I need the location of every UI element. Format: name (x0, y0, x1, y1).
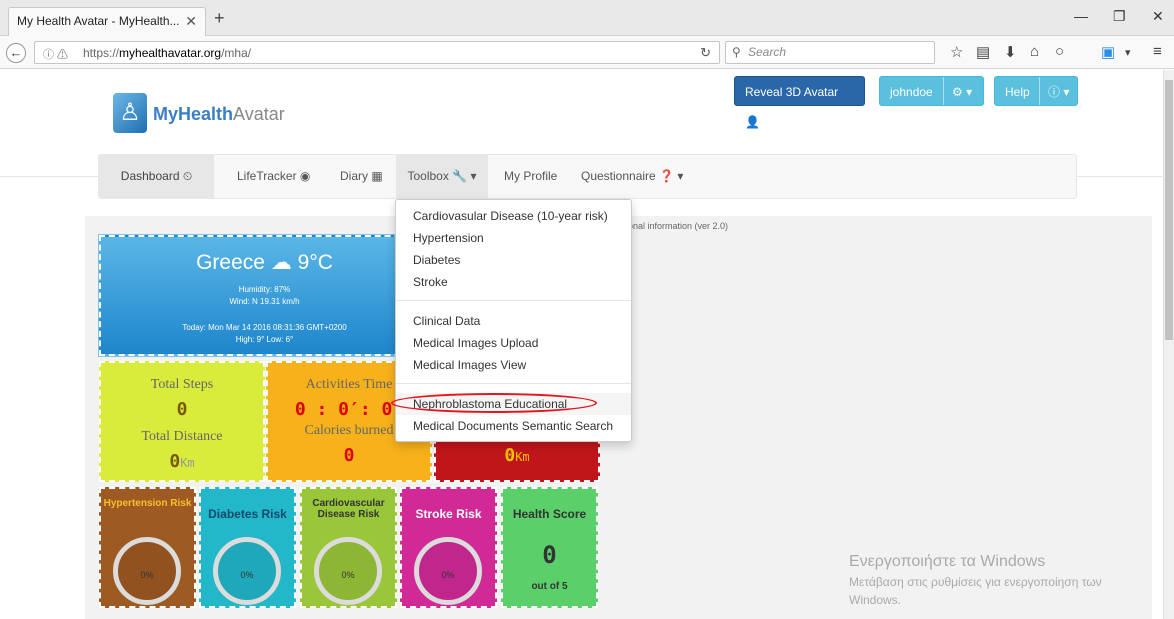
scrollbar-thumb[interactable] (1165, 80, 1173, 340)
home-icon[interactable]: ⌂ (1030, 43, 1039, 60)
stroke-risk-title: Stroke Risk (415, 507, 482, 521)
site-logo[interactable]: ♙ MyHealthAvatar (113, 93, 293, 133)
scrollbar[interactable] (1163, 70, 1174, 619)
menu-item-hypertension[interactable]: Hypertension (396, 227, 631, 249)
cardiovascular-risk-tile[interactable]: Cardiovascular Disease Risk 0% (300, 487, 397, 608)
main-navbar: Dashboard ⏲ LifeTracker ◉ Diary ▦ Toolbo… (98, 154, 1077, 199)
user-icon: 👤 (745, 115, 760, 129)
menu-item-medical-images-upload[interactable]: Medical Images Upload (396, 332, 631, 354)
eye-icon: ◉ (299, 169, 311, 183)
health-score-tile[interactable]: Health Score 0 out of 5 (501, 487, 598, 608)
nav-questionnaire[interactable]: Questionnaire ❓ ▾ (581, 155, 683, 198)
restore-icon[interactable]: ❐ (1113, 8, 1126, 25)
pocket-dropdown-icon[interactable]: ▾ (1125, 46, 1131, 59)
red-tile-value: 0 (504, 445, 516, 466)
info-icon: ⓘ ▾ (1048, 85, 1070, 99)
browser-tab-strip: My Health Avatar - MyHealth... ✕ + — ❐ ✕ (0, 0, 1174, 36)
menu-divider (396, 383, 631, 384)
diabetes-risk-title: Diabetes Risk (208, 507, 287, 521)
risk-gauge: 0% (213, 537, 281, 605)
steps-label: Total Steps (150, 377, 214, 392)
risk-gauge: 0% (414, 537, 482, 605)
weather-temp: 9°C (297, 251, 333, 274)
steps-tile[interactable]: Total Steps 0 Total Distance 0Km (99, 361, 265, 482)
new-tab-icon[interactable]: + (214, 8, 225, 29)
stroke-risk-tile[interactable]: Stroke Risk 0% (400, 487, 497, 608)
address-bar[interactable]: ⓘ ⚠ https://myhealthavatar.org/mha/ ↻ (34, 41, 720, 64)
download-icon[interactable]: ⬇ (1004, 43, 1017, 61)
windows-watermark-line2: Μετάβαση στις ρυθμίσεις για ενεργοποίηση… (849, 575, 1102, 589)
distance-value: 0 (169, 451, 181, 472)
risk-gauge: 0% (113, 537, 181, 605)
cloud-icon: ☁ (270, 251, 292, 274)
calories-value: 0 (343, 445, 355, 466)
menu-item-medical-images-view[interactable]: Medical Images View (396, 354, 631, 376)
cardiovascular-risk-title: Cardiovascular Disease Risk (312, 498, 385, 520)
windows-watermark-line3: Windows. (849, 593, 902, 607)
menu-divider (396, 300, 631, 301)
weather-tile[interactable]: Greece ☁ 9°C Humidity: 87% Wind: N 19.31… (98, 234, 431, 357)
weather-highlow: High: 9° Low: 6° (235, 335, 294, 344)
search-icon: ⚲ (732, 45, 741, 59)
weather-location: Greece (196, 251, 265, 274)
browser-toolbar: ← ⓘ ⚠ https://myhealthavatar.org/mha/ ↻ … (0, 36, 1174, 69)
weather-humidity: Humidity: 87% (238, 285, 291, 294)
browser-tab[interactable]: My Health Avatar - MyHealth... ✕ (8, 7, 206, 36)
bookmark-star-icon[interactable]: ☆ (950, 43, 963, 61)
menu-item-semantic-search[interactable]: Medical Documents Semantic Search (396, 415, 631, 437)
user-menu-button[interactable]: johndoe ⚙ ▾ (879, 76, 984, 106)
clock-icon: ⏲ (182, 169, 193, 183)
menu-icon[interactable]: ≡ (1153, 43, 1162, 60)
close-tab-icon[interactable]: ✕ (185, 13, 197, 30)
site-info-icon[interactable]: ⓘ ⚠ (43, 46, 68, 62)
logo-figure-icon: ♙ (113, 93, 147, 133)
hypertension-risk-title: Hypertension Risk (103, 498, 192, 509)
hypertension-risk-tile[interactable]: Hypertension Risk 0% (99, 487, 196, 608)
risk-gauge: 0% (314, 537, 382, 605)
tab-title: My Health Avatar - MyHealth... (17, 14, 180, 28)
minimize-icon[interactable]: — (1074, 8, 1088, 24)
weather-today: Today: Mon Mar 14 2016 08:31:36 GMT+0200 (182, 323, 347, 332)
red-annotation-ellipse (391, 393, 597, 413)
version-text: onal information (ver 2.0) (628, 221, 729, 231)
calendar-icon: ▦ (371, 169, 383, 183)
pocket-icon[interactable]: ▣ (1101, 43, 1115, 61)
health-score-sub: out of 5 (531, 581, 568, 592)
question-icon: ❓ ▾ (659, 169, 684, 183)
reload-icon[interactable]: ↻ (700, 45, 711, 61)
search-input[interactable]: ⚲ Search (725, 41, 935, 64)
health-score-title: Health Score (512, 507, 587, 521)
nav-lifetracker[interactable]: LifeTracker ◉ (237, 155, 310, 198)
windows-watermark-title: Ενεργοποιήστε τα Windows (849, 553, 1046, 570)
nav-dashboard[interactable]: Dashboard ⏲ (99, 155, 214, 198)
reading-list-icon[interactable]: ▤ (976, 43, 990, 61)
help-button[interactable]: Help ⓘ ▾ (994, 76, 1078, 106)
menu-item-stroke[interactable]: Stroke (396, 271, 631, 293)
nav-toolbox[interactable]: Toolbox 🔧 ▾ (396, 155, 488, 198)
distance-label: Total Distance (141, 429, 223, 444)
steps-value: 0 (176, 399, 188, 420)
diabetes-risk-tile[interactable]: Diabetes Risk 0% (199, 487, 296, 608)
wrench-icon: 🔧 ▾ (452, 169, 477, 183)
reveal-3d-avatar-button[interactable]: Reveal 3D Avatar 👤 (734, 76, 865, 129)
nav-my-profile[interactable]: My Profile (504, 155, 557, 198)
menu-item-cardiovascular[interactable]: Cardiovasular Disease (10-year risk) (396, 205, 631, 227)
health-score-value: 0 (542, 541, 557, 569)
menu-item-diabetes[interactable]: Diabetes (396, 249, 631, 271)
url-text: https://myhealthavatar.org/mha/ (83, 46, 252, 60)
chat-icon[interactable]: ○ (1055, 43, 1064, 60)
back-arrow-icon[interactable]: ← (6, 43, 26, 63)
window-close-icon[interactable]: ✕ (1152, 8, 1164, 25)
weather-wind: Wind: N 19.31 km/h (229, 297, 300, 306)
gear-icon: ⚙ ▾ (952, 85, 973, 99)
nav-diary[interactable]: Diary ▦ (340, 155, 383, 198)
menu-item-clinical-data[interactable]: Clinical Data (396, 310, 631, 332)
